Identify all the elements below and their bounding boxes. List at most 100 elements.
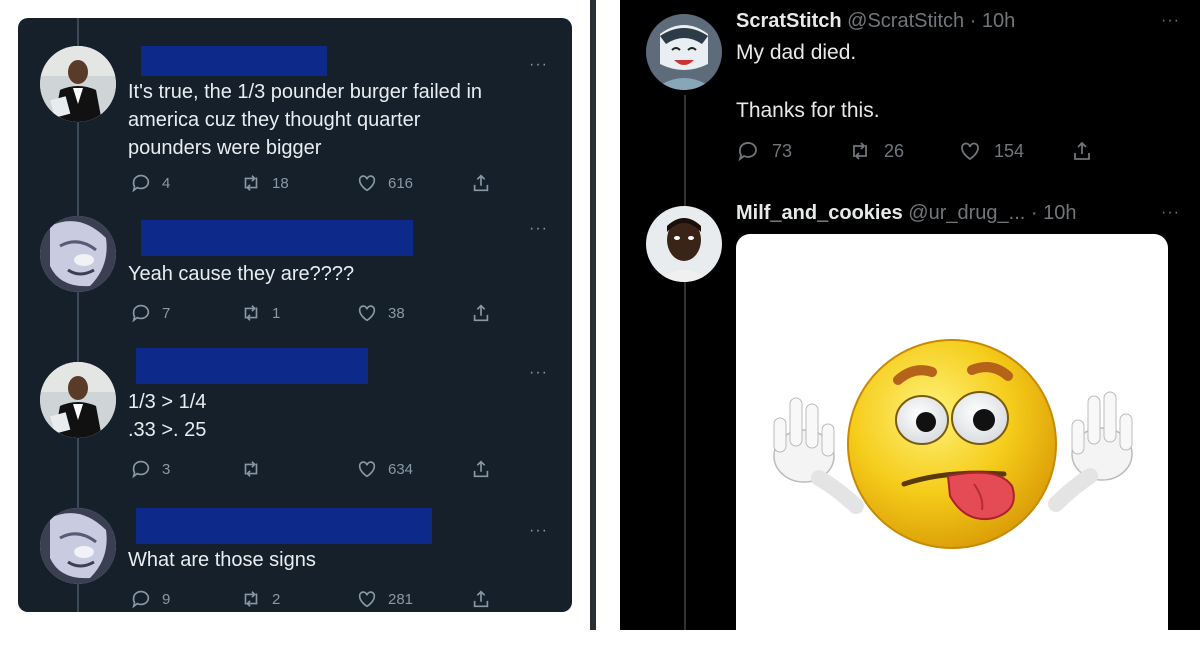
display-name[interactable]: Milf_and_cookies @ur_drug_... · 10h <box>736 202 1076 225</box>
reply-count: 3 <box>162 460 171 478</box>
retweet-icon <box>244 305 258 321</box>
handle-and-time: @ur_drug_... · 10h <box>908 202 1077 224</box>
like-icon <box>358 175 376 192</box>
share-icon <box>473 304 489 322</box>
like-button[interactable]: 38 <box>356 300 405 326</box>
tweet-4[interactable]: ··· What are those signs 9 2 281 <box>18 480 572 612</box>
reply-count: 9 <box>162 590 171 608</box>
reply-button[interactable]: 73 <box>736 138 792 164</box>
avatar[interactable] <box>40 46 116 122</box>
retweet-icon <box>244 175 258 191</box>
like-button[interactable]: 634 <box>356 456 413 482</box>
retweet-count: 26 <box>884 140 905 161</box>
reply-count: 73 <box>772 140 793 161</box>
retweet-button[interactable]: 26 <box>848 138 904 164</box>
tongue-out-emoji-image <box>773 339 1133 549</box>
more-options-icon[interactable]: ··· <box>529 522 548 540</box>
reply-icon <box>132 590 150 609</box>
right-screenshot-panel: ScratStitch @ScratStitch · 10h ··· My da… <box>620 0 1200 654</box>
tweet-text: It's true, the 1/3 pounder burger failed… <box>128 81 483 159</box>
reply-icon <box>132 304 150 323</box>
avatar[interactable] <box>40 508 116 584</box>
share-button[interactable] <box>470 456 492 482</box>
tweet-actions: 3 634 <box>130 456 510 482</box>
retweet-button[interactable]: 1 <box>240 300 280 326</box>
emoji-face <box>847 339 1057 549</box>
reply-button[interactable]: 9 <box>130 586 170 612</box>
retweet-count: 2 <box>272 590 281 608</box>
redacted-username <box>141 220 413 256</box>
more-options-icon[interactable]: ··· <box>529 220 548 238</box>
reply-icon <box>132 174 150 193</box>
share-button[interactable] <box>470 300 492 326</box>
like-count: 634 <box>388 460 414 478</box>
more-options-icon[interactable]: ··· <box>1161 12 1180 30</box>
tweet-actions: 73 26 154 <box>736 138 1116 164</box>
tweet-text: Yeah cause they are???? <box>128 263 355 285</box>
retweet-count: 18 <box>272 174 289 192</box>
reply-count: 4 <box>162 174 171 192</box>
handle-and-time: @ScratStitch · 10h <box>847 10 1016 32</box>
right-hand <box>1048 391 1133 512</box>
left-screenshot-panel: ··· It's true, the 1/3 pounder burger fa… <box>18 18 572 612</box>
like-button[interactable]: 154 <box>958 138 1024 164</box>
retweet-icon <box>244 461 258 477</box>
tweet-media-image[interactable] <box>736 234 1168 654</box>
tweet-text: What are those signs <box>128 549 316 571</box>
retweet-button[interactable]: 2 <box>240 586 280 612</box>
retweet-icon <box>244 591 258 607</box>
more-options-icon[interactable]: ··· <box>1161 204 1180 222</box>
redacted-username <box>141 46 327 76</box>
redacted-username <box>136 508 432 544</box>
tweet-3[interactable]: ··· 1/3 > 1/4 .33 >. 25 3 634 <box>18 328 572 479</box>
like-count: 154 <box>994 140 1025 161</box>
tweet-actions: 4 18 616 <box>130 170 510 196</box>
avatar[interactable] <box>646 206 722 282</box>
display-name[interactable]: ScratStitch @ScratStitch · 10h <box>736 10 1015 33</box>
display-name-text: Milf_and_cookies <box>736 202 903 224</box>
tweet-text-line1: My dad died. <box>736 41 857 64</box>
tweet-2[interactable]: ··· Yeah cause they are???? 7 1 38 <box>18 204 572 334</box>
reply-button[interactable]: 3 <box>130 456 170 482</box>
like-count: 38 <box>388 304 405 322</box>
share-icon <box>473 590 489 608</box>
like-icon <box>358 305 376 322</box>
reply-icon <box>132 460 150 479</box>
share-button[interactable] <box>470 170 492 196</box>
reply-button[interactable]: 7 <box>130 300 170 326</box>
tweet-1[interactable]: ··· It's true, the 1/3 pounder burger fa… <box>18 46 572 206</box>
like-button[interactable]: 616 <box>356 170 413 196</box>
reply-icon <box>738 142 757 162</box>
more-options-icon[interactable]: ··· <box>529 364 548 382</box>
avatar[interactable] <box>40 216 116 292</box>
panel-divider <box>590 0 596 630</box>
share-button[interactable] <box>470 586 492 612</box>
like-icon <box>358 591 376 608</box>
tweet-actions: 9 2 281 <box>130 586 510 612</box>
avatar[interactable] <box>40 362 116 438</box>
thread-line <box>684 95 686 630</box>
reply-count: 7 <box>162 304 171 322</box>
more-options-icon[interactable]: ··· <box>529 56 548 74</box>
share-icon <box>473 460 489 478</box>
display-name-text: ScratStitch <box>736 10 842 32</box>
left-hand <box>773 397 864 514</box>
like-icon <box>961 142 979 161</box>
retweet-button[interactable] <box>240 456 272 482</box>
tweet-actions: 7 1 38 <box>130 300 510 326</box>
retweet-icon <box>853 142 867 160</box>
avatar[interactable] <box>646 14 722 90</box>
like-count: 281 <box>388 590 414 608</box>
like-button[interactable]: 281 <box>356 586 413 612</box>
share-button[interactable] <box>1070 138 1094 164</box>
like-icon <box>358 461 376 478</box>
like-count: 616 <box>388 174 414 192</box>
retweet-count: 1 <box>272 304 281 322</box>
reply-button[interactable]: 4 <box>130 170 170 196</box>
retweet-button[interactable]: 18 <box>240 170 289 196</box>
redacted-username <box>136 348 368 384</box>
share-icon <box>1074 141 1090 160</box>
tweet-text: 1/3 > 1/4 .33 >. 25 <box>128 391 207 441</box>
tweet-text-line2: Thanks for this. <box>736 99 880 122</box>
share-icon <box>473 174 489 192</box>
